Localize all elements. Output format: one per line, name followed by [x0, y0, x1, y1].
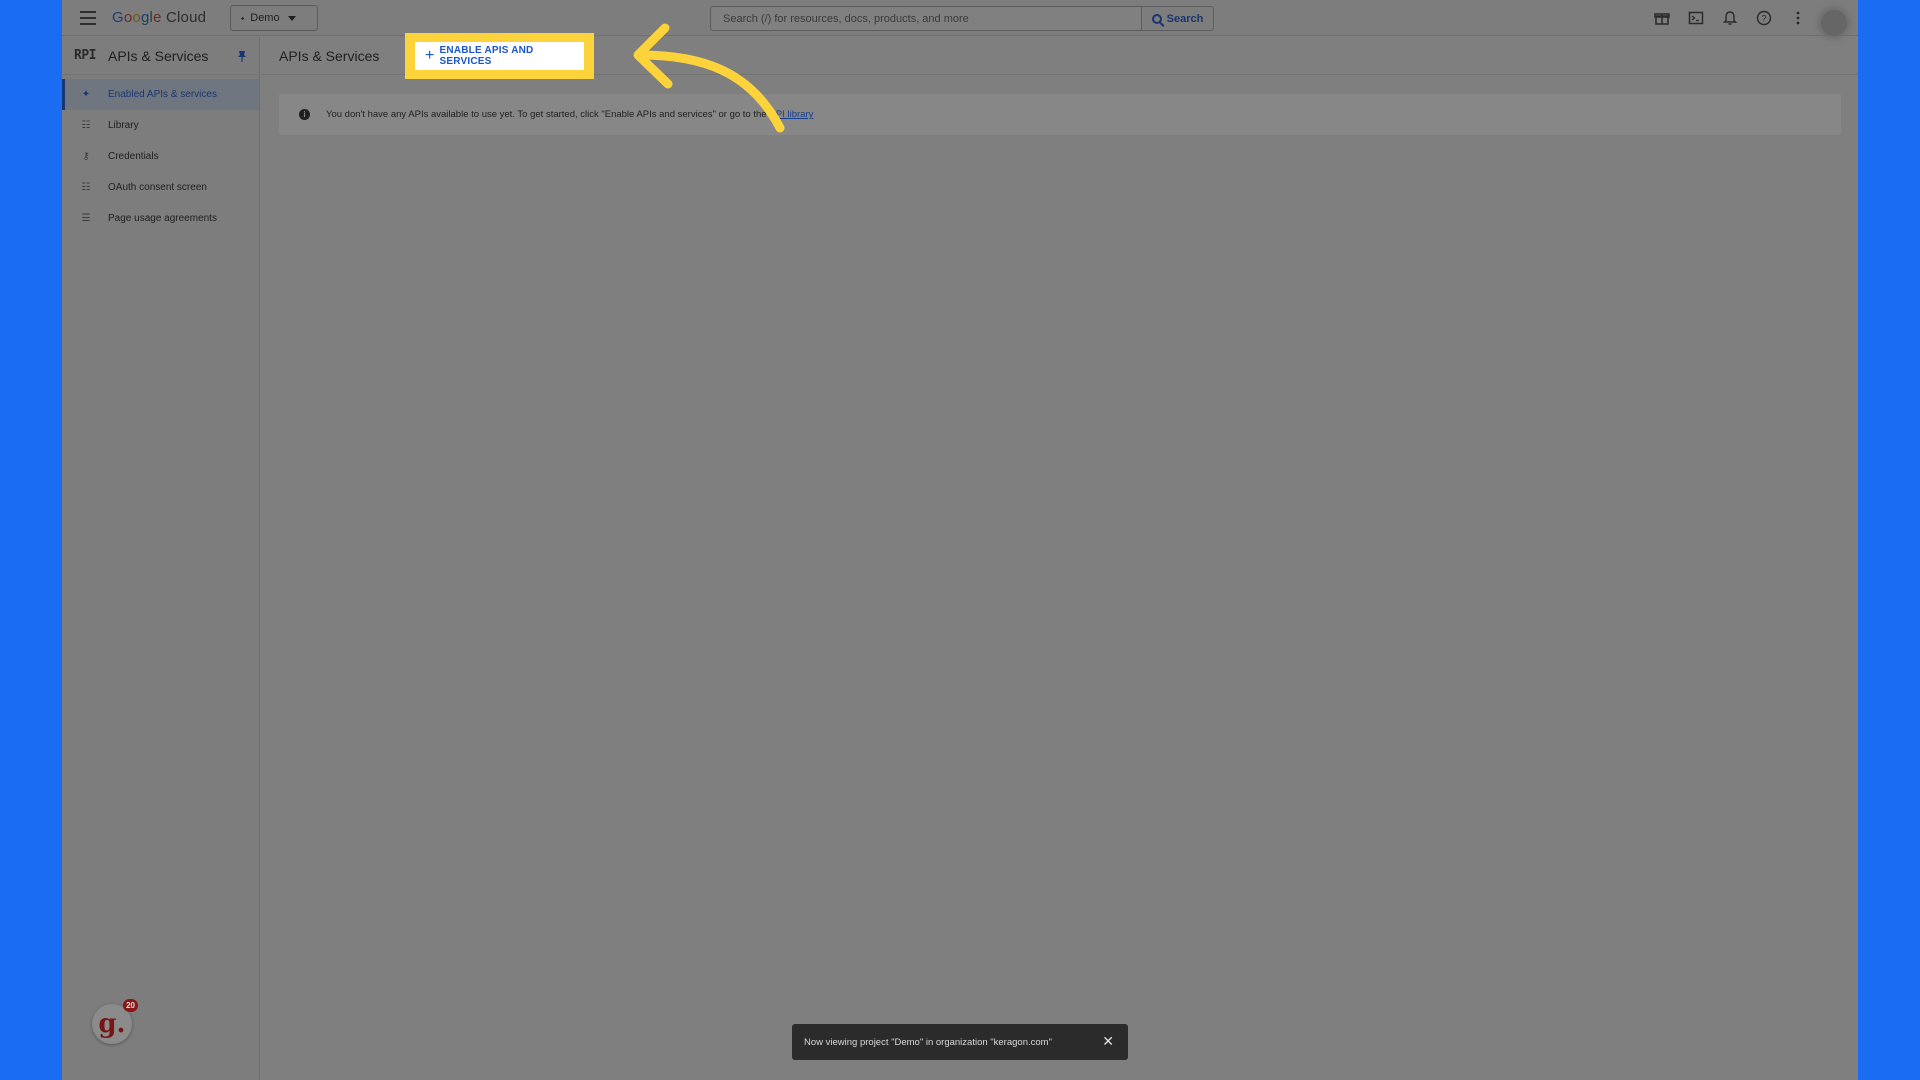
more-vert-icon[interactable] — [1789, 9, 1807, 27]
snackbar-message: Now viewing project "Demo" in organizati… — [804, 1036, 1052, 1048]
gift-icon[interactable] — [1653, 9, 1671, 27]
sidebar-item-label: Credentials — [108, 151, 159, 162]
grid-icon: ☷ — [81, 120, 91, 131]
info-icon: i — [299, 109, 310, 120]
highlight-box: + ENABLE APIS AND SERVICES — [405, 33, 594, 79]
app-badge-letter: g. — [98, 1009, 126, 1039]
project-icon: ⬩ — [241, 12, 245, 23]
app-badge[interactable]: g. 20 — [92, 999, 138, 1044]
close-icon[interactable]: ✕ — [1102, 1034, 1114, 1048]
google-cloud-logo[interactable]: Google Cloud — [112, 9, 206, 26]
avatar[interactable] — [1821, 10, 1847, 36]
consent-icon: ☷ — [81, 182, 91, 193]
key-icon: ⚷ — [82, 151, 90, 162]
bell-icon[interactable] — [1721, 9, 1739, 27]
browser-frame: Google Cloud ⬩ Demo Search (/) for resou… — [62, 0, 1858, 1080]
top-bar: Google Cloud ⬩ Demo Search (/) for resou… — [62, 0, 1858, 36]
project-picker[interactable]: ⬩ Demo — [230, 5, 318, 31]
sidebar: RPI APIs & Services ✦ Enabled APIs & ser… — [62, 37, 260, 1080]
sidebar-item-page-usage[interactable]: ☰ Page usage agreements — [62, 203, 259, 234]
api-library-link[interactable]: API library — [770, 109, 814, 120]
search-button-label: Search — [1166, 12, 1204, 25]
diamond-dots-icon: ✦ — [81, 89, 91, 100]
app-badge-count: 20 — [123, 999, 138, 1012]
page-title: APIs & Services — [279, 48, 380, 64]
sidebar-item-label: Library — [108, 120, 139, 131]
pin-icon[interactable] — [237, 50, 247, 62]
chevron-down-icon — [287, 15, 296, 21]
sidebar-item-oauth[interactable]: ☷ OAuth consent screen — [62, 172, 259, 203]
search-input[interactable]: Search (/) for resources, docs, products… — [710, 6, 1142, 31]
info-banner: i You don't have any APIs available to u… — [279, 94, 1841, 135]
svg-text:?: ? — [1761, 14, 1766, 24]
info-text: You don't have any APIs available to use… — [326, 109, 767, 120]
sidebar-item-label: OAuth consent screen — [108, 182, 207, 193]
sidebar-item-library[interactable]: ☷ Library — [62, 110, 259, 141]
terminal-icon[interactable] — [1687, 9, 1705, 27]
sidebar-item-label: Page usage agreements — [108, 213, 217, 224]
plus-icon: + — [425, 47, 435, 64]
sidebar-item-credentials[interactable]: ⚷ Credentials — [62, 141, 259, 172]
sidebar-item-enabled-apis[interactable]: ✦ Enabled APIs & services — [62, 79, 259, 110]
sidebar-item-label: Enabled APIs & services — [108, 89, 217, 100]
api-badge-icon: RPI — [74, 48, 96, 63]
enable-apis-button[interactable]: + ENABLE APIS AND SERVICES — [415, 42, 584, 70]
settings-list-icon: ☰ — [81, 213, 91, 224]
snackbar: Now viewing project "Demo" in organizati… — [792, 1024, 1128, 1060]
menu-icon[interactable] — [80, 11, 96, 25]
sidebar-title: APIs & Services — [107, 47, 209, 64]
enable-apis-label: ENABLE APIS AND SERVICES — [439, 45, 534, 67]
search-icon — [1151, 13, 1162, 24]
sidebar-header: RPI APIs & Services — [62, 37, 259, 75]
search-button[interactable]: Search — [1142, 6, 1214, 31]
help-icon[interactable]: ? — [1755, 9, 1773, 27]
project-label: Demo — [250, 12, 280, 24]
